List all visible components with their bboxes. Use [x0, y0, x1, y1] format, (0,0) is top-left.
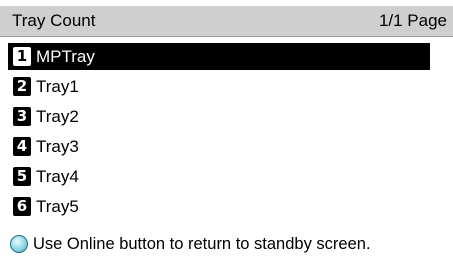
- menu-item-tray3[interactable]: 4 Tray3: [8, 133, 430, 160]
- menu-item-tray1[interactable]: 2 Tray1: [8, 73, 430, 100]
- number-5-icon: 5: [13, 167, 31, 186]
- number-3-icon: 3: [13, 107, 31, 126]
- tray-menu: 1 MPTray 2 Tray1 3 Tray2 4 Tray3 5 Tray4…: [8, 43, 430, 223]
- menu-item-label: Tray3: [36, 136, 79, 156]
- menu-item-label: Tray5: [36, 196, 79, 216]
- screen-header: Tray Count 1/1 Page: [0, 6, 453, 37]
- menu-item-tray4[interactable]: 5 Tray4: [8, 163, 430, 190]
- number-1-icon: 1: [13, 47, 31, 66]
- menu-item-tray5[interactable]: 6 Tray5: [8, 193, 430, 220]
- page-indicator: 1/1 Page: [378, 11, 447, 30]
- menu-item-mptray[interactable]: 1 MPTray: [8, 43, 430, 70]
- page-title: Tray Count: [12, 11, 96, 30]
- menu-item-label: Tray4: [36, 166, 79, 186]
- footer-message: Use Online button to return to standby s…: [33, 235, 371, 253]
- menu-item-label: MPTray: [36, 46, 95, 66]
- number-2-icon: 2: [13, 77, 31, 96]
- number-6-icon: 6: [13, 197, 31, 216]
- status-footer: Use Online button to return to standby s…: [10, 233, 371, 255]
- number-4-icon: 4: [13, 137, 31, 156]
- tray-count-screen: Tray Count 1/1 Page 1 MPTray 2 Tray1 3 T…: [0, 0, 453, 259]
- menu-item-tray2[interactable]: 3 Tray2: [8, 103, 430, 130]
- menu-item-label: Tray2: [36, 106, 79, 126]
- menu-item-label: Tray1: [36, 76, 79, 96]
- online-button-icon: [10, 235, 28, 253]
